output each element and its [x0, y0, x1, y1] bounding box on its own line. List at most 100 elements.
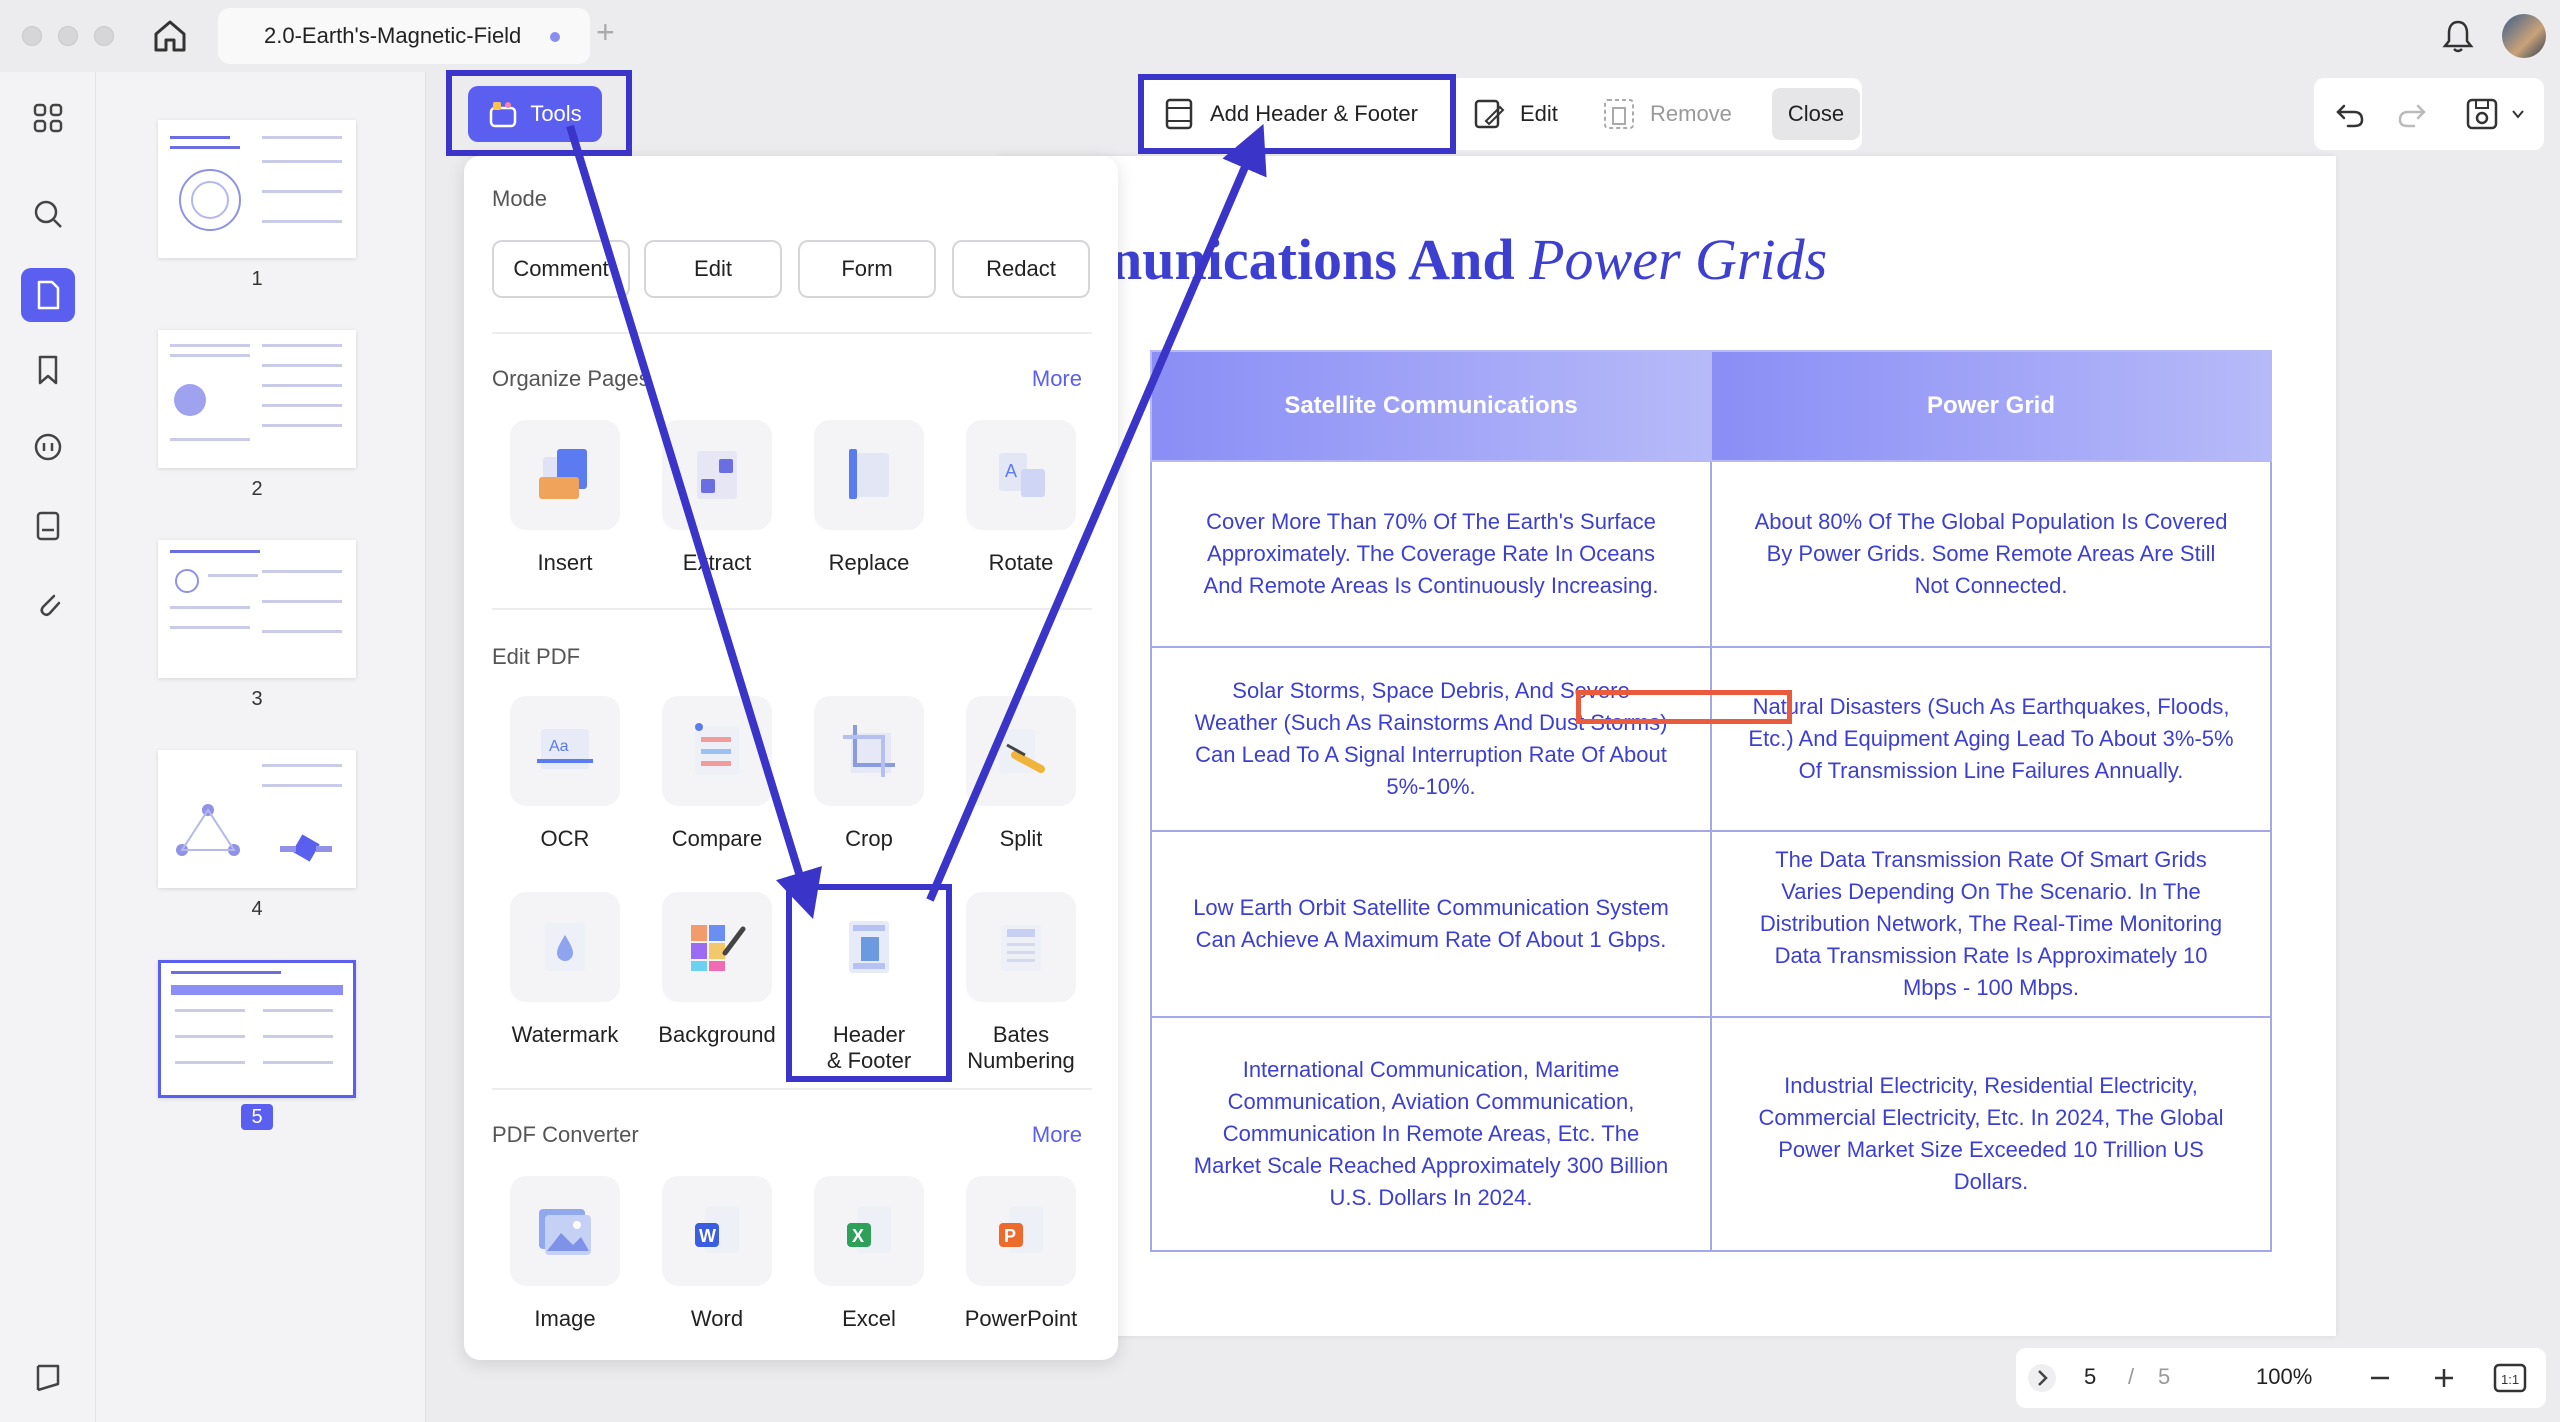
background-tool[interactable]: Background: [642, 892, 792, 1048]
table-row: Cover More Than 70% Of The Earth's Surfa…: [1149, 460, 2272, 648]
window-close-button[interactable]: [22, 26, 42, 46]
table-row: Low Earth Orbit Satellite Communication …: [1149, 830, 2272, 1018]
document-tab[interactable]: 2.0-Earth's-Magnetic-Field: [218, 8, 590, 64]
page-title: nunications And Power Grids: [1110, 227, 1828, 292]
ocr-icon: Aa: [537, 729, 593, 769]
zoom-level[interactable]: 100%: [2256, 1364, 2312, 1390]
page-separator: /: [2128, 1364, 2135, 1389]
bates-numbering-tool[interactable]: Bates Numbering: [946, 892, 1096, 1074]
compare-tool[interactable]: Compare: [642, 696, 792, 852]
replace-tool[interactable]: Replace: [794, 420, 944, 576]
mode-form-button[interactable]: Form: [798, 240, 936, 298]
close-button[interactable]: Close: [1772, 88, 1860, 140]
table-cell: Cover More Than 70% Of The Earth's Surfa…: [1149, 460, 1713, 648]
table-cell: Natural Disasters (Such As Earthquakes, …: [1710, 646, 2272, 832]
watermark-tool[interactable]: Watermark: [490, 892, 640, 1048]
convert-powerpoint-tool[interactable]: P PowerPoint: [946, 1176, 1096, 1332]
undo-icon[interactable]: [2334, 98, 2366, 130]
mode-edit-button[interactable]: Edit: [644, 240, 782, 298]
zoom-out-icon[interactable]: [2366, 1364, 2394, 1392]
header-footer-highlight-box: [786, 884, 952, 1082]
zoom-in-icon[interactable]: [2430, 1364, 2458, 1392]
search-icon[interactable]: [26, 192, 70, 236]
image-icon: [539, 1209, 591, 1255]
attachment-icon[interactable]: [26, 582, 70, 626]
mode-title: Mode: [492, 186, 548, 211]
home-icon[interactable]: [150, 16, 190, 56]
tab-title: 2.0-Earth's-Magnetic-Field: [264, 23, 522, 48]
crop-icon: [843, 725, 895, 777]
edit-pdf-title: Edit PDF: [492, 644, 581, 669]
edit-header-footer-button[interactable]: Edit: [1472, 88, 1558, 140]
window-zoom-button[interactable]: [94, 26, 114, 46]
divider: [492, 608, 1092, 610]
pdf-converter-title: PDF Converter: [492, 1122, 639, 1147]
thumbnail-panel: 1 2 3 4 5: [96, 72, 426, 1422]
page-thumbnail-4[interactable]: [158, 750, 356, 888]
window-minimize-button[interactable]: [58, 26, 78, 46]
rotate-icon: A: [999, 453, 1045, 497]
table-cell: Industrial Electricity, Residential Elec…: [1710, 1016, 2272, 1252]
page-thumbnail-3[interactable]: [158, 540, 356, 678]
convert-excel-tool[interactable]: X Excel: [794, 1176, 944, 1332]
svg-text:W: W: [699, 1226, 716, 1246]
sidebar-toggle-icon[interactable]: [26, 1356, 70, 1400]
page-thumbnail-2[interactable]: [158, 330, 356, 468]
add-header-footer-highlight-box: [1138, 74, 1456, 154]
right-toolbar: [2314, 78, 2544, 150]
svg-text:A: A: [1005, 461, 1017, 481]
ocr-tool[interactable]: Aa OCR: [490, 696, 640, 852]
insert-tool[interactable]: Insert: [490, 420, 640, 576]
tools-panel: Mode Comment Edit Form Redact Organize P…: [464, 156, 1118, 1360]
edit-label: Edit: [1520, 101, 1558, 126]
actual-size-icon[interactable]: 1:1: [2492, 1362, 2528, 1394]
pages-icon[interactable]: [21, 268, 75, 322]
current-page-input[interactable]: 5: [2084, 1364, 2096, 1390]
chevron-down-icon[interactable]: [2510, 106, 2526, 122]
bookmark-icon[interactable]: [26, 348, 70, 392]
highlight-rectangle: [1576, 690, 1792, 724]
redo-icon[interactable]: [2396, 98, 2428, 130]
tool-label: Extract: [682, 550, 752, 575]
excel-icon: X: [847, 1207, 891, 1253]
convert-word-tool[interactable]: W Word: [642, 1176, 792, 1332]
extract-tool[interactable]: Extract: [642, 420, 792, 576]
mode-redact-button[interactable]: Redact: [952, 240, 1090, 298]
insert-icon: [539, 449, 587, 499]
mode-comment-button[interactable]: Comment: [492, 240, 630, 298]
remove-header-footer-button[interactable]: Remove: [1602, 88, 1732, 140]
save-icon[interactable]: [2464, 96, 2500, 132]
split-icon: [999, 729, 1045, 773]
watermark-icon: [545, 923, 585, 971]
svg-text:Aa: Aa: [549, 738, 569, 755]
split-tool[interactable]: Split: [946, 696, 1096, 852]
bell-icon[interactable]: [2440, 18, 2476, 54]
tools-highlight-box: [446, 70, 632, 156]
left-rail: [0, 72, 96, 1422]
page-thumbnail-1[interactable]: [158, 120, 356, 258]
page-thumbnail-5[interactable]: [158, 960, 356, 1098]
new-tab-button[interactable]: +: [596, 14, 615, 51]
table-row: International Communication, Maritime Co…: [1149, 1016, 2272, 1252]
tool-label: Insert: [537, 550, 593, 575]
converter-more-link[interactable]: More: [1032, 1122, 1082, 1148]
table-header-cell: Power Grid: [1710, 350, 2272, 462]
avatar[interactable]: [2502, 14, 2546, 58]
edit-icon: [1474, 99, 1505, 129]
tool-label: Rotate: [988, 550, 1054, 575]
table-cell: Low Earth Orbit Satellite Communication …: [1149, 830, 1713, 1018]
replace-icon: [849, 449, 889, 499]
thumbnail-label: 3: [251, 688, 263, 710]
comment-icon[interactable]: [26, 426, 70, 470]
tool-label: Background: [658, 1022, 776, 1047]
organize-more-link[interactable]: More: [1032, 366, 1082, 392]
crop-tool[interactable]: Crop: [794, 696, 944, 852]
convert-image-tool[interactable]: Image: [490, 1176, 640, 1332]
chevron-right-icon[interactable]: [2026, 1362, 2058, 1394]
table-cell: Solar Storms, Space Debris, And Severe W…: [1149, 646, 1713, 832]
rotate-tool[interactable]: A Rotate: [946, 420, 1096, 576]
compare-icon: [695, 723, 739, 775]
table-header-cell: Satellite Communications: [1149, 350, 1713, 462]
form-icon[interactable]: [26, 504, 70, 548]
apps-icon[interactable]: [26, 96, 70, 140]
